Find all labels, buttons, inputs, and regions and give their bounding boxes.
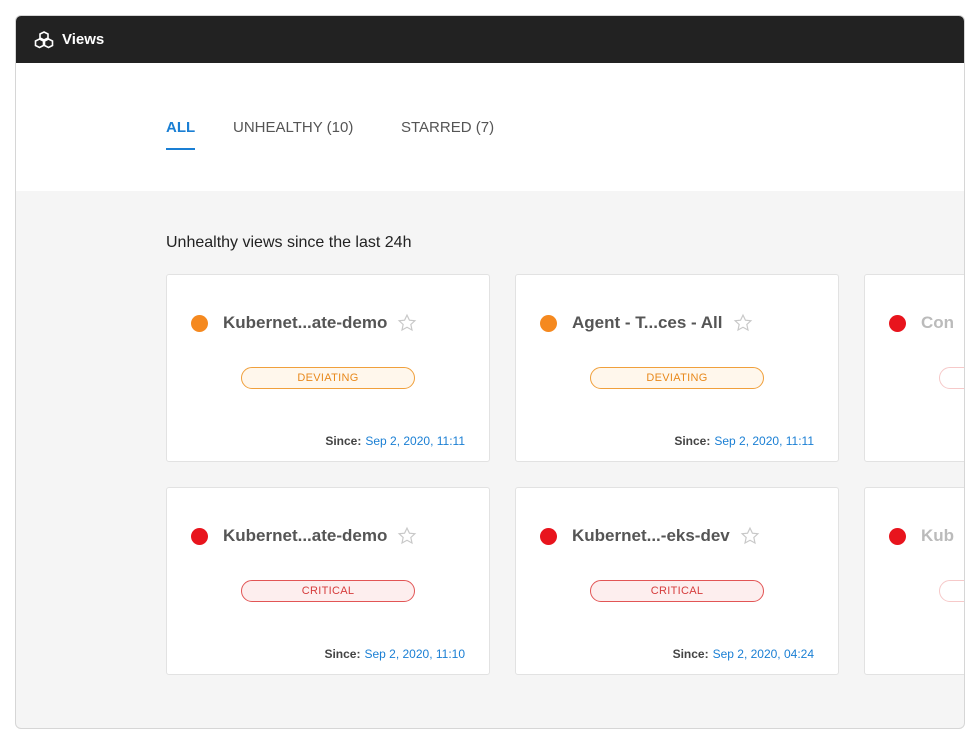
tab-unhealthy[interactable]: UNHEALTHY (10)	[233, 119, 353, 146]
status-badge: DEVIATING	[241, 367, 415, 389]
view-card[interactable]: Kub	[864, 487, 964, 675]
tab-active-indicator	[166, 148, 196, 150]
section-title: Unhealthy views since the last 24h	[166, 234, 412, 251]
tab-all-label: ALL	[166, 119, 196, 136]
since-timestamp: Sep 2, 2020, 11:11	[714, 434, 814, 448]
status-badge: CRITICAL	[590, 580, 764, 602]
status-dot	[191, 527, 208, 545]
view-name: Kubernet...-eks-dev	[572, 526, 730, 545]
tab-starred[interactable]: STARRED (7)	[401, 119, 494, 146]
status-dot	[889, 314, 906, 332]
view-name: Con	[921, 313, 955, 332]
view-card[interactable]: Kubernet...ate-demo DEVIATING Since: Sep …	[166, 274, 490, 462]
tab-starred-label: STARRED (7)	[401, 119, 495, 136]
view-name: Kub	[921, 526, 955, 545]
status-badge	[939, 580, 964, 602]
since-text: Since: Sep 2, 2020, 04:24	[673, 647, 814, 661]
since-label: Since:	[324, 647, 361, 661]
since-text: Since: Sep 2, 2020, 11:10	[324, 647, 465, 661]
cubes-icon	[34, 30, 54, 50]
star-icon[interactable]	[733, 313, 753, 333]
status-badge	[939, 367, 964, 389]
since-timestamp: Sep 2, 2020, 11:10	[364, 647, 465, 661]
window-title: Views	[62, 31, 105, 48]
tabs-bar: ALL UNHEALTHY (10) STARRED (7)	[16, 63, 964, 191]
status-dot	[191, 314, 208, 332]
status-badge: CRITICAL	[241, 580, 415, 602]
since-timestamp: Sep 2, 2020, 04:24	[712, 647, 814, 661]
view-name: Kubernet...ate-demo	[223, 313, 388, 332]
status-badge: DEVIATING	[590, 367, 764, 389]
views-window: Views ALL UNHEALTHY (10) STARRED (7) Unh…	[15, 15, 965, 729]
view-name: Agent - T...ces - All	[572, 313, 723, 332]
since-label: Since:	[672, 647, 709, 661]
since-text: Since: Sep 2, 2020, 11:11	[325, 434, 465, 448]
status-dot	[540, 314, 557, 332]
star-icon[interactable]	[397, 313, 417, 333]
tab-unhealthy-label: UNHEALTHY (10)	[233, 119, 354, 136]
star-icon[interactable]	[397, 526, 417, 546]
view-name: Kubernet...ate-demo	[223, 526, 388, 545]
since-text: Since: Sep 2, 2020, 11:11	[674, 434, 814, 448]
tab-all[interactable]: ALL	[166, 119, 196, 150]
star-icon[interactable]	[740, 526, 760, 546]
status-dot	[889, 527, 906, 545]
titlebar: Views	[16, 16, 964, 63]
status-dot	[540, 527, 557, 545]
view-card[interactable]: Kubernet...-eks-dev CRITICAL Since: Sep 2…	[515, 487, 839, 675]
view-card[interactable]: Agent - T...ces - All DEVIATING Since: Se…	[515, 274, 839, 462]
since-label: Since:	[325, 434, 362, 448]
view-card[interactable]: Con	[864, 274, 964, 462]
view-card[interactable]: Kubernet...ate-demo CRITICAL Since: Sep 2…	[166, 487, 490, 675]
since-timestamp: Sep 2, 2020, 11:11	[365, 434, 465, 448]
since-label: Since:	[674, 434, 711, 448]
